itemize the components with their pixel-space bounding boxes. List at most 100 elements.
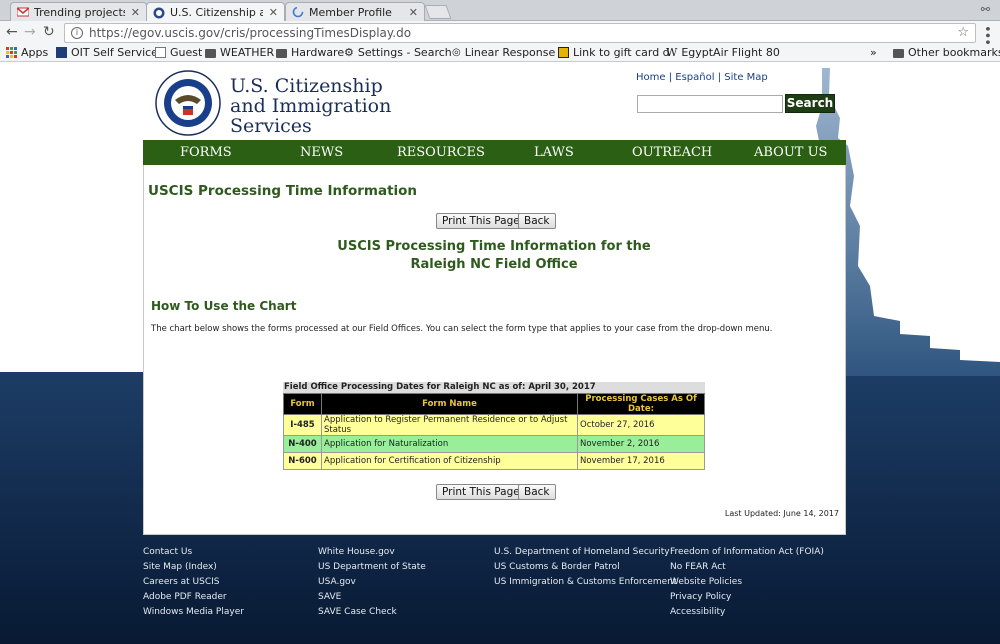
footer-link-whitehouse[interactable]: White House.gov (318, 545, 426, 560)
processing-date: November 17, 2016 (577, 452, 705, 470)
agency-wordmark: U.S. Citizenship and Immigration Service… (230, 75, 392, 137)
last-updated: Last Updated: June 14, 2017 (724, 509, 839, 518)
espanol-link[interactable]: Español (675, 72, 714, 83)
footer-link-accessibility[interactable]: Accessibility (670, 605, 824, 620)
footer-link-cbp[interactable]: US Customs & Border Patrol (494, 560, 676, 575)
search-input[interactable] (637, 95, 783, 113)
footer-link-save[interactable]: SAVE (318, 590, 426, 605)
reload-icon[interactable]: ↻ (43, 24, 55, 40)
main-nav: FORMS NEWS RESOURCES LAWS OUTREACH ABOUT… (143, 140, 846, 165)
bookmark-weather[interactable]: WEATHER (205, 46, 274, 59)
bookmark-hardware[interactable]: Hardware (276, 46, 344, 59)
footer-link-state-dept[interactable]: US Department of State (318, 560, 426, 575)
footer-link-careers[interactable]: Careers at USCIS (143, 575, 244, 590)
table-row: I-485 Application to Register Permanent … (283, 414, 705, 436)
profile-icon[interactable]: ⚯ (981, 3, 990, 16)
footer-column-1: Contact Us Site Map (Index) Careers at U… (143, 545, 244, 620)
footer-link-adobe-reader[interactable]: Adobe PDF Reader (143, 590, 244, 605)
form-code: I-485 (283, 414, 322, 436)
bookmarks-bar: Apps OIT Self Service Guest WEATHER Hard… (0, 45, 1000, 62)
close-icon[interactable]: ✕ (409, 6, 418, 19)
bookmark-apps[interactable]: Apps (6, 46, 48, 59)
print-page-button[interactable]: Print This Page (436, 213, 526, 229)
bookmark-egyptair[interactable]: W EgyptAir Flight 80 (666, 46, 780, 59)
bookmark-gift-card[interactable]: Link to gift card d (558, 46, 670, 59)
table-row: N-600 Application for Certification of C… (283, 452, 705, 470)
bookmark-settings-search[interactable]: ⚙ Settings - Search (344, 46, 452, 59)
form-name: Application for Certification of Citizen… (321, 452, 578, 470)
star-icon[interactable]: ☆ (957, 25, 969, 40)
other-bookmarks-folder[interactable]: Other bookmarks (893, 46, 1000, 59)
browser-toolbar: ← → ↻ i https://egov.uscis.gov/cris/proc… (0, 21, 1000, 45)
dhs-seal-icon (153, 7, 165, 18)
form-name: Application to Register Permanent Reside… (321, 414, 578, 436)
site-map-link[interactable]: Site Map (724, 72, 767, 83)
tab-trending-projects[interactable]: Trending projects in ✕ (10, 2, 147, 21)
gmail-icon (17, 7, 29, 17)
content-panel: USCIS Processing Time Information Print … (143, 165, 846, 535)
url-text: https://egov.uscis.gov/cris/processingTi… (89, 26, 412, 40)
footer-link-media-player[interactable]: Windows Media Player (143, 605, 244, 620)
folder-icon (205, 48, 216, 58)
dhs-seal-logo (155, 70, 221, 136)
footer-link-privacy[interactable]: Privacy Policy (670, 590, 824, 605)
address-bar[interactable]: i https://egov.uscis.gov/cris/processing… (64, 23, 976, 43)
nav-resources[interactable]: RESOURCES (397, 145, 485, 160)
form-code: N-400 (283, 435, 322, 453)
menu-dots-icon[interactable]: ••• (979, 25, 994, 45)
footer-column-3: U.S. Department of Homeland Security US … (494, 545, 676, 590)
new-tab-button[interactable] (424, 5, 452, 19)
column-header-form: Form (283, 393, 322, 415)
oit-icon (56, 47, 67, 58)
footer-link-no-fear[interactable]: No FEAR Act (670, 560, 824, 575)
folder-icon (276, 48, 287, 58)
close-icon[interactable]: ✕ (131, 6, 140, 19)
apps-grid-icon (6, 47, 17, 58)
footer-link-ice[interactable]: US Immigration & Customs Enforcement (494, 575, 676, 590)
form-name: Application for Naturalization (321, 435, 578, 453)
processing-date: November 2, 2016 (577, 435, 705, 453)
back-button[interactable]: Back (518, 213, 556, 229)
page-title: USCIS Processing Time Information (148, 183, 418, 199)
table-row: N-400 Application for Naturalization Nov… (283, 435, 705, 453)
bookmark-oit-self-service[interactable]: OIT Self Service (56, 46, 158, 59)
column-header-form-name: Form Name (321, 393, 578, 415)
nav-about-us[interactable]: ABOUT US (754, 145, 827, 160)
footer-link-save-case-check[interactable]: SAVE Case Check (318, 605, 426, 620)
footer-column-2: White House.gov US Department of State U… (318, 545, 426, 620)
print-page-button-bottom[interactable]: Print This Page (436, 484, 526, 500)
footer-link-contact-us[interactable]: Contact Us (143, 545, 244, 560)
back-arrow-icon[interactable]: ← (6, 24, 18, 40)
forward-arrow-icon[interactable]: → (24, 24, 36, 40)
footer-link-usagov[interactable]: USA.gov (318, 575, 426, 590)
column-header-date: Processing Cases As Of Date: (577, 393, 705, 415)
search-button[interactable]: Search (785, 94, 835, 113)
utility-links: Home | Español | Site Map (636, 72, 768, 83)
gift-icon (558, 47, 569, 58)
nav-outreach[interactable]: OUTREACH (632, 145, 712, 160)
processing-times-table: Field Office Processing Dates for Raleig… (283, 382, 705, 470)
nav-news[interactable]: NEWS (300, 145, 343, 160)
loading-icon (292, 6, 304, 18)
footer-link-dhs[interactable]: U.S. Department of Homeland Security (494, 545, 676, 560)
info-icon[interactable]: i (71, 27, 83, 39)
tab-strip: Trending projects in ✕ U.S. Citizenship … (0, 0, 1000, 22)
table-caption: Field Office Processing Dates for Raleig… (283, 382, 705, 393)
back-button-bottom[interactable]: Back (518, 484, 556, 500)
more-bookmarks-button[interactable]: » (870, 46, 877, 59)
tab-member-profile[interactable]: Member Profile ✕ (285, 2, 425, 21)
linear-icon: ◎ (452, 47, 461, 58)
nav-laws[interactable]: LAWS (534, 145, 574, 160)
close-icon[interactable]: ✕ (269, 6, 278, 19)
home-link[interactable]: Home (636, 72, 666, 83)
footer-link-website-policies[interactable]: Website Policies (670, 575, 824, 590)
wikipedia-icon: W (666, 46, 678, 59)
footer-column-4: Freedom of Information Act (FOIA) No FEA… (670, 545, 824, 620)
bookmark-linear-response[interactable]: ◎ Linear Response (452, 46, 555, 59)
page-icon (155, 47, 166, 58)
tab-uscis[interactable]: U.S. Citizenship and ✕ (146, 2, 285, 22)
bookmark-guest[interactable]: Guest (155, 46, 202, 59)
nav-forms[interactable]: FORMS (180, 145, 232, 160)
footer-link-foia[interactable]: Freedom of Information Act (FOIA) (670, 545, 824, 560)
footer-link-site-map[interactable]: Site Map (Index) (143, 560, 244, 575)
